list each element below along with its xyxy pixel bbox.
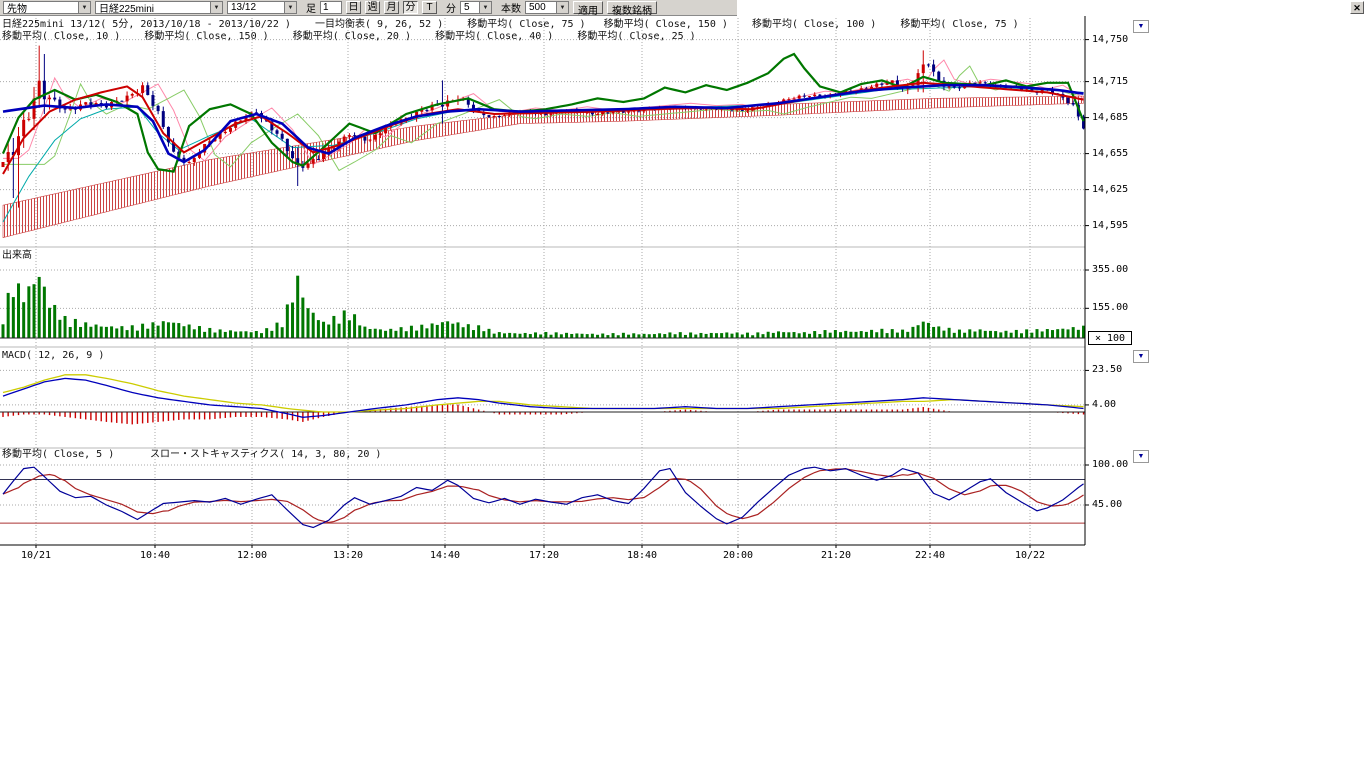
time-axis-label: 21:20 xyxy=(821,550,851,561)
chart-window: 日経225mini 13/12( 5分, 2013/10/18 - 2013/1… xyxy=(0,0,1366,768)
price-axis-label: 14,715 xyxy=(1092,76,1128,87)
timeframe-label: 足 xyxy=(306,0,316,15)
bar-count-label: 本数 xyxy=(501,0,521,15)
chevron-down-icon: ▼ xyxy=(210,2,222,13)
chevron-down-icon: ▼ xyxy=(78,2,90,13)
price-axis-label: 14,685 xyxy=(1092,112,1128,123)
apply-button[interactable]: 適用 xyxy=(573,1,603,14)
stoch-axis-label: 45.00 xyxy=(1092,499,1122,510)
time-axis-label: 22:40 xyxy=(915,550,945,561)
macd-axis-label: 4.00 xyxy=(1092,399,1116,410)
main-panel-dropdown-button[interactable]: ▼ xyxy=(1133,20,1149,33)
timeframe-day-button[interactable]: 日 xyxy=(346,1,361,14)
close-button[interactable]: ✕ xyxy=(1350,1,1364,14)
symbol-value: 日経225mini xyxy=(99,0,154,15)
chart-plot[interactable] xyxy=(0,0,1366,620)
multi-symbol-button[interactable]: 複数銘柄 xyxy=(607,1,657,14)
interval-value: 1 xyxy=(323,2,329,13)
price-axis-label: 14,595 xyxy=(1092,220,1128,231)
instrument-type-dropdown[interactable]: 先物 ▼ xyxy=(3,1,91,14)
bar-count-dropdown[interactable]: 500 ▼ xyxy=(525,1,569,14)
time-axis-label: 10:40 xyxy=(140,550,170,561)
minute-value-dropdown[interactable]: 5 ▼ xyxy=(460,1,492,14)
minute-unit-label: 分 xyxy=(446,0,456,15)
time-axis-label: 13:20 xyxy=(333,550,363,561)
chevron-down-icon: ▼ xyxy=(556,2,568,13)
price-axis-label: 14,750 xyxy=(1092,34,1128,45)
chart-area: 日経225mini 13/12( 5分, 2013/10/18 - 2013/1… xyxy=(0,0,1366,768)
price-axis-label: 14,625 xyxy=(1092,184,1128,195)
contract-month-dropdown[interactable]: 13/12 ▼ xyxy=(227,1,297,14)
instrument-type-value: 先物 xyxy=(7,0,27,15)
macd-axis-label: 23.50 xyxy=(1092,364,1122,375)
bar-count-value: 500 xyxy=(529,2,546,13)
stoch-axis-label: 100.00 xyxy=(1092,459,1128,470)
contract-month-value: 13/12 xyxy=(231,2,256,13)
volume-multiplier-box: × 100 xyxy=(1088,331,1132,345)
volume-axis-label: 355.00 xyxy=(1092,264,1128,275)
time-axis-label: 14:40 xyxy=(430,550,460,561)
time-axis-label: 20:00 xyxy=(723,550,753,561)
timeframe-minute-button[interactable]: 分 xyxy=(403,1,418,14)
time-axis-label: 18:40 xyxy=(627,550,657,561)
minute-value: 5 xyxy=(464,2,470,13)
time-axis-label: 17:20 xyxy=(529,550,559,561)
time-axis-label: 10/21 xyxy=(21,550,51,561)
chevron-down-icon: ▼ xyxy=(284,2,296,13)
time-axis-label: 12:00 xyxy=(237,550,267,561)
volume-axis-label: 155.00 xyxy=(1092,302,1128,313)
toolbar: 先物 ▼ 日経225mini ▼ 13/12 ▼ 足 1 日 週 月 分 T 分… xyxy=(0,0,737,16)
price-axis-label: 14,655 xyxy=(1092,148,1128,159)
interval-input[interactable]: 1 xyxy=(320,1,342,14)
symbol-dropdown[interactable]: 日経225mini ▼ xyxy=(95,1,223,14)
macd-panel-dropdown-button[interactable]: ▼ xyxy=(1133,350,1149,363)
timeframe-month-button[interactable]: 月 xyxy=(384,1,399,14)
chevron-down-icon: ▼ xyxy=(479,2,491,13)
timeframe-tick-button[interactable]: T xyxy=(422,1,437,14)
stoch-panel-dropdown-button[interactable]: ▼ xyxy=(1133,450,1149,463)
timeframe-week-button[interactable]: 週 xyxy=(365,1,380,14)
time-axis-label: 10/22 xyxy=(1015,550,1045,561)
